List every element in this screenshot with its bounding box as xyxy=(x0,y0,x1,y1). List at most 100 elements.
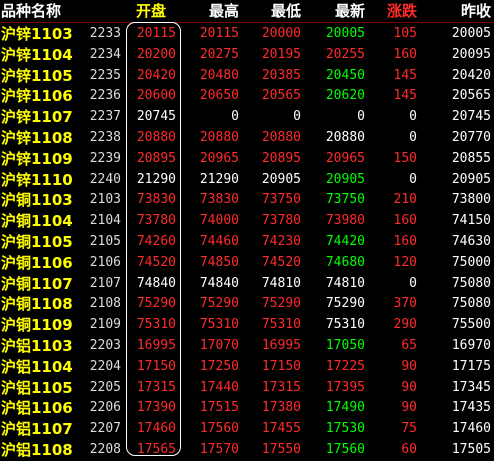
cell-last: 75290 xyxy=(325,296,365,312)
header-row: 品种名称 开盘 最高 最低 最新 涨跌 昨收 xyxy=(0,0,494,22)
cell-last: 74810 xyxy=(325,275,365,291)
cell-open: 20200 xyxy=(136,46,176,62)
quote-row[interactable]: 沪锌1106 2236 20600 20650 20565 20620 145 20565 xyxy=(0,85,494,107)
cell-last: 17530 xyxy=(325,421,365,437)
cell-high: 20115 xyxy=(199,26,239,41)
header-low[interactable]: 最低 xyxy=(250,0,301,22)
cell-code: 2105 xyxy=(89,234,121,249)
cell-code: 2237 xyxy=(89,109,121,125)
cell-code: 2207 xyxy=(89,421,121,437)
cell-prev: 17175 xyxy=(451,358,491,374)
quote-row[interactable]: 沪铝1105 2205 17315 17440 17315 17395 90 17345 xyxy=(0,377,494,399)
cell-open: 21290 xyxy=(136,171,176,187)
quote-row[interactable]: 沪锌1110 2240 21290 21290 20905 20905 0 20905 xyxy=(0,169,494,191)
cell-high: 75290 xyxy=(199,296,239,312)
cell-chg: 0 xyxy=(409,130,417,145)
cell-chg: 160 xyxy=(393,234,417,249)
cell-chg: 150 xyxy=(393,150,417,166)
header-last[interactable]: 最新 xyxy=(310,0,365,22)
cell-low: 74520 xyxy=(261,254,301,270)
cell-prev: 20905 xyxy=(451,171,491,187)
cell-high: 17070 xyxy=(199,338,239,353)
quote-row[interactable]: 沪锌1105 2235 20420 20480 20385 20450 145 20420 xyxy=(0,65,494,87)
quote-row[interactable]: 沪铝1107 2207 17460 17560 17455 17530 75 17460 xyxy=(0,418,494,440)
cell-last: 20905 xyxy=(325,171,365,187)
cell-low: 17150 xyxy=(261,358,301,374)
quote-row[interactable]: 沪铜1103 2103 73830 73830 73750 73750 210 73800 xyxy=(0,189,494,211)
cell-last: 20880 xyxy=(325,130,365,145)
cell-code: 2240 xyxy=(89,171,121,187)
header-open[interactable]: 开盘 xyxy=(126,0,176,22)
cell-open: 75310 xyxy=(136,317,176,333)
cell-chg: 370 xyxy=(393,296,417,312)
cell-low: 17550 xyxy=(261,442,301,457)
cell-high: 75310 xyxy=(199,317,239,333)
cell-open: 74520 xyxy=(136,254,176,270)
cell-open: 20420 xyxy=(136,67,176,83)
header-high[interactable]: 最高 xyxy=(186,0,239,22)
cell-low: 17455 xyxy=(261,421,301,437)
cell-code: 2238 xyxy=(89,130,121,145)
cell-low: 73780 xyxy=(261,213,301,229)
cell-prev: 75500 xyxy=(451,317,491,333)
quote-row[interactable]: 沪铝1104 2204 17150 17250 17150 17225 90 17175 xyxy=(0,356,494,378)
quote-row[interactable]: 沪铜1106 2106 74520 74850 74520 74680 120 75000 xyxy=(0,252,494,274)
quote-row[interactable]: 沪铜1109 2109 75310 75310 75310 75310 290 75500 xyxy=(0,314,494,336)
header-prev-close[interactable]: 昨收 xyxy=(428,0,491,22)
cell-code: 2106 xyxy=(89,254,121,270)
cell-last: 73750 xyxy=(325,192,365,208)
cell-prev: 73800 xyxy=(451,192,491,208)
cell-last: 20965 xyxy=(325,150,365,166)
cell-prev: 20745 xyxy=(451,109,491,125)
quote-row[interactable]: 沪锌1104 2234 20200 20275 20195 20255 160 20095 xyxy=(0,44,494,66)
cell-open: 16995 xyxy=(136,338,176,353)
cell-code: 2233 xyxy=(89,26,121,41)
cell-prev: 20855 xyxy=(451,150,491,166)
cell-code: 2203 xyxy=(89,338,121,353)
cell-chg: 105 xyxy=(393,26,417,41)
cell-low: 20000 xyxy=(261,26,301,41)
cell-low: 20195 xyxy=(261,46,301,62)
cell-low: 17315 xyxy=(261,379,301,395)
header-change[interactable]: 涨跌 xyxy=(372,0,417,22)
cell-prev: 17460 xyxy=(451,421,491,437)
quote-row[interactable]: 沪铝1106 2206 17390 17515 17380 17490 90 17435 xyxy=(0,397,494,419)
cell-high: 20480 xyxy=(199,67,239,83)
cell-chg: 0 xyxy=(409,109,417,125)
cell-open: 74260 xyxy=(136,234,176,249)
cell-last: 17560 xyxy=(325,442,365,457)
cell-code: 2234 xyxy=(89,46,121,62)
cell-prev: 74150 xyxy=(451,213,491,229)
cell-chg: 290 xyxy=(393,317,417,333)
cell-last: 17050 xyxy=(325,338,365,353)
quote-row[interactable]: 沪铜1107 2107 74840 74840 74810 74810 0 75080 xyxy=(0,273,494,295)
cell-code: 2109 xyxy=(89,317,121,333)
cell-last: 17225 xyxy=(325,358,365,374)
quote-row[interactable]: 沪铝1103 2203 16995 17070 16995 17050 65 16970 xyxy=(0,335,494,357)
cell-high: 17570 xyxy=(199,442,239,457)
cell-low: 73750 xyxy=(261,192,301,208)
cell-code: 2208 xyxy=(89,442,121,457)
cell-prev: 17435 xyxy=(451,400,491,416)
cell-low: 74230 xyxy=(261,234,301,249)
quote-row[interactable]: 沪锌1108 2238 20880 20880 20880 20880 0 20770 xyxy=(0,127,494,149)
cell-code: 2103 xyxy=(89,192,121,208)
quote-row[interactable]: 沪铜1104 2104 73780 74000 73780 73980 160 74150 xyxy=(0,210,494,232)
quote-row[interactable]: 沪铜1105 2105 74260 74460 74230 74420 160 74630 xyxy=(0,231,494,253)
cell-high: 73830 xyxy=(199,192,239,208)
cell-prev: 20095 xyxy=(451,46,491,62)
cell-chg: 160 xyxy=(393,46,417,62)
quote-row[interactable]: 沪锌1109 2239 20895 20965 20895 20965 150 20855 xyxy=(0,148,494,170)
cell-low: 75290 xyxy=(261,296,301,312)
quote-row[interactable]: 沪铝1108 2208 17565 17570 17550 17560 60 17505 xyxy=(0,439,494,461)
cell-last: 20255 xyxy=(325,46,365,62)
cell-open: 20895 xyxy=(136,150,176,166)
quote-row[interactable]: 沪锌1107 2237 20745 0 0 0 0 20745 xyxy=(0,106,494,128)
cell-last: 0 xyxy=(357,109,365,125)
quote-row[interactable]: 沪铜1108 2108 75290 75290 75290 75290 370 75080 xyxy=(0,293,494,315)
quote-row[interactable]: 沪锌1103 2233 20115 20115 20000 20005 105 20005 xyxy=(0,23,494,45)
cell-high: 74000 xyxy=(199,213,239,229)
cell-low: 0 xyxy=(293,109,301,125)
cell-code: 2205 xyxy=(89,379,121,395)
header-code[interactable] xyxy=(84,0,121,22)
